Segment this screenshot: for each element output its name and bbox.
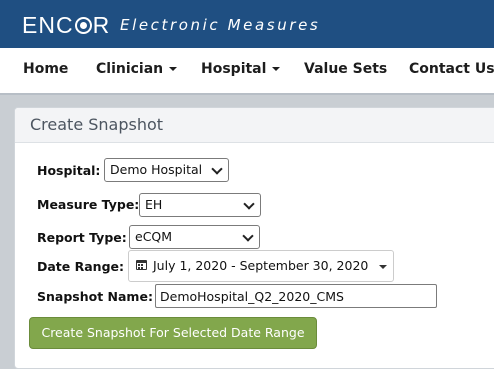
nav-home[interactable]: Home — [23, 60, 68, 78]
report-type-select-value: eCQM — [135, 229, 173, 244]
logo-text-suffix: R — [92, 12, 111, 38]
hospital-select-value: Demo Hospital — [110, 162, 203, 177]
snapshot-name-input[interactable] — [155, 284, 437, 308]
hospital-label: Hospital: — [37, 163, 101, 178]
caret-down-icon — [379, 265, 387, 269]
panel-header: Create Snapshot — [15, 108, 494, 143]
nav-value-sets[interactable]: Value Sets — [304, 60, 387, 78]
date-range-label: Date Range: — [37, 259, 124, 274]
calendar-icon — [136, 260, 147, 270]
measure-type-label: Measure Type: — [37, 197, 140, 212]
date-range-picker[interactable]: July 1, 2020 - September 30, 2020 — [128, 250, 394, 282]
snapshot-name-label: Snapshot Name: — [37, 289, 153, 304]
encor-logo[interactable]: ENC R — [22, 11, 110, 39]
logo-o-icon — [74, 16, 92, 34]
app-header: ENC R Electronic Measures — [0, 0, 494, 48]
report-type-label: Report Type: — [37, 230, 127, 245]
logo-text-prefix: ENC — [22, 12, 74, 38]
chevron-down-icon — [243, 198, 255, 210]
panel-title: Create Snapshot — [30, 115, 164, 134]
chevron-down-icon — [211, 163, 223, 175]
nav-hospital-label: Hospital — [201, 61, 267, 77]
create-snapshot-button[interactable]: Create Snapshot For Selected Date Range — [29, 317, 317, 349]
nav-clinician-label: Clinician — [96, 61, 164, 77]
nav-contact-us[interactable]: Contact Us — [409, 60, 494, 78]
app-tagline: Electronic Measures — [120, 16, 321, 34]
main-nav: Home Clinician Hospital Value Sets Conta… — [0, 48, 494, 95]
report-type-select[interactable]: eCQM — [129, 225, 260, 249]
measure-type-select-value: EH — [145, 197, 163, 212]
nav-hospital[interactable]: Hospital — [201, 60, 281, 78]
measure-type-select[interactable]: EH — [139, 193, 261, 217]
chevron-down-icon — [272, 67, 281, 71]
nav-home-label: Home — [23, 61, 69, 77]
nav-contact-us-label: Contact Us — [409, 61, 494, 77]
chevron-down-icon — [242, 230, 254, 242]
nav-clinician[interactable]: Clinician — [96, 60, 178, 78]
hospital-select[interactable]: Demo Hospital — [104, 158, 229, 182]
chevron-down-icon — [169, 67, 178, 71]
nav-value-sets-label: Value Sets — [304, 61, 388, 77]
date-range-value: July 1, 2020 - September 30, 2020 — [153, 258, 369, 273]
